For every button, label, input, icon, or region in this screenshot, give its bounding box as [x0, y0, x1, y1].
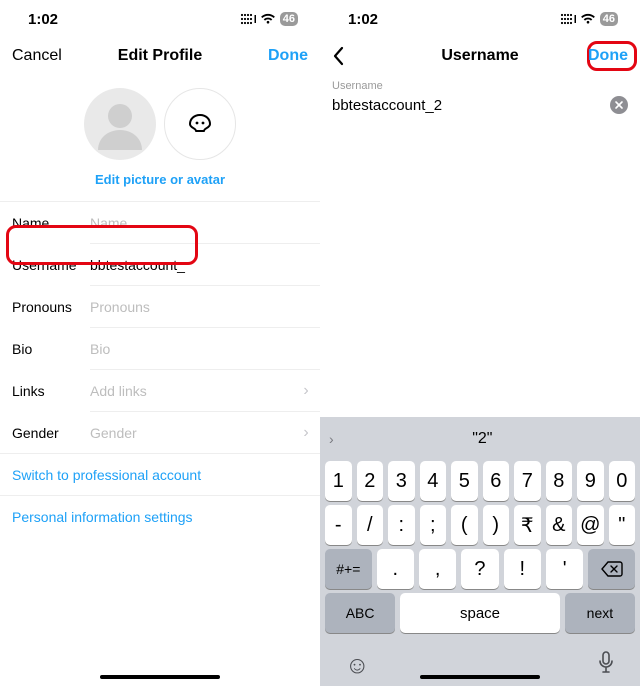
- cellular-icon: [240, 13, 256, 25]
- username-input[interactable]: [332, 97, 602, 114]
- status-icons: 46: [560, 12, 618, 26]
- home-indicator[interactable]: [420, 675, 540, 679]
- wifi-icon: [580, 13, 596, 25]
- wifi-icon: [260, 13, 276, 25]
- key-6[interactable]: 6: [483, 461, 510, 501]
- key-7[interactable]: 7: [514, 461, 541, 501]
- key-'[interactable]: ': [546, 549, 583, 589]
- abc-key[interactable]: ABC: [325, 593, 395, 633]
- chevron-right-icon: ›: [329, 431, 334, 447]
- key-9[interactable]: 9: [577, 461, 604, 501]
- key-4[interactable]: 4: [420, 461, 447, 501]
- chevron-right-icon: ›: [292, 382, 320, 400]
- clear-text-button[interactable]: [610, 96, 628, 114]
- keyboard-row-2: -/:;()₹&@": [325, 505, 635, 545]
- keyboard-bottom-row: ☺: [323, 637, 637, 680]
- key-@[interactable]: @: [577, 505, 604, 545]
- pronouns-row[interactable]: Pronouns Pronouns: [0, 286, 320, 328]
- key--[interactable]: -: [325, 505, 352, 545]
- pronouns-value: Pronouns: [90, 299, 320, 315]
- status-time: 1:02: [28, 11, 58, 28]
- status-bar: 1:02 46: [0, 0, 320, 38]
- keyboard-row-3: #+=.,?!': [325, 549, 635, 589]
- username-row[interactable]: Username bbtestaccount_: [0, 244, 320, 286]
- personal-info-link[interactable]: Personal information settings: [0, 496, 320, 538]
- username-label: Username: [12, 257, 90, 273]
- cellular-icon: [560, 13, 576, 25]
- gender-value: Gender: [90, 425, 292, 441]
- key-8[interactable]: 8: [546, 461, 573, 501]
- done-button[interactable]: Done: [588, 47, 628, 65]
- avatar-row: [0, 88, 320, 160]
- name-row[interactable]: Name Name: [0, 202, 320, 244]
- pronouns-label: Pronouns: [12, 299, 90, 315]
- profile-form: Name Name Username bbtestaccount_ Pronou…: [0, 201, 320, 538]
- switch-professional-link[interactable]: Switch to professional account: [0, 454, 320, 496]
- bio-row[interactable]: Bio Bio: [0, 328, 320, 370]
- username-small-label: Username: [332, 80, 628, 92]
- name-label: Name: [12, 215, 90, 231]
- links-value: Add links: [90, 383, 292, 399]
- key-![interactable]: !: [504, 549, 541, 589]
- key-?[interactable]: ?: [461, 549, 498, 589]
- key-5[interactable]: 5: [451, 461, 478, 501]
- username-field-area: Username: [320, 74, 640, 122]
- delete-key[interactable]: [588, 549, 635, 589]
- status-bar: 1:02 46: [320, 0, 640, 38]
- nav-bar: Username Done: [320, 38, 640, 74]
- key-,[interactable]: ,: [419, 549, 456, 589]
- bio-value: Bio: [90, 341, 320, 357]
- key-0[interactable]: 0: [609, 461, 636, 501]
- bio-label: Bio: [12, 341, 90, 357]
- nav-bar: Cancel Edit Profile Done: [0, 38, 320, 74]
- key-2[interactable]: 2: [357, 461, 384, 501]
- key-₹[interactable]: ₹: [514, 505, 541, 545]
- key-1[interactable]: 1: [325, 461, 352, 501]
- key-)[interactable]: ): [483, 505, 510, 545]
- suggestion-bar[interactable]: › "2": [323, 421, 637, 457]
- next-key[interactable]: next: [565, 593, 635, 633]
- gender-label: Gender: [12, 425, 90, 441]
- home-indicator[interactable]: [100, 675, 220, 679]
- key-&[interactable]: &: [546, 505, 573, 545]
- key-#+=[interactable]: #+=: [325, 549, 372, 589]
- name-value: Name: [90, 215, 320, 231]
- links-label: Links: [12, 383, 90, 399]
- gender-row[interactable]: Gender Gender ›: [0, 412, 320, 454]
- avatar-button[interactable]: [164, 88, 236, 160]
- status-time: 1:02: [348, 11, 378, 28]
- done-button[interactable]: Done: [268, 47, 308, 65]
- edit-picture-link[interactable]: Edit picture or avatar: [0, 166, 320, 201]
- key-;[interactable]: ;: [420, 505, 447, 545]
- back-button[interactable]: [332, 46, 346, 66]
- key-"[interactable]: ": [609, 505, 636, 545]
- username-value: bbtestaccount_: [90, 257, 320, 273]
- status-icons: 46: [240, 12, 298, 26]
- username-edit-screen: 1:02 46 Username Done Username › "2" 123…: [320, 0, 640, 686]
- cancel-button[interactable]: Cancel: [12, 47, 62, 65]
- edit-profile-screen: 1:02 46 Cancel Edit Profile Done Edit pi…: [0, 0, 320, 686]
- emoji-key[interactable]: ☺: [345, 652, 370, 680]
- key-/[interactable]: /: [357, 505, 384, 545]
- key-.[interactable]: .: [377, 549, 414, 589]
- key-:[interactable]: :: [388, 505, 415, 545]
- key-([interactable]: (: [451, 505, 478, 545]
- space-key[interactable]: space: [400, 593, 560, 633]
- keyboard-row-1: 1234567890: [325, 461, 635, 501]
- links-row[interactable]: Links Add links ›: [0, 370, 320, 412]
- suggestion-text[interactable]: "2": [472, 430, 492, 448]
- chevron-right-icon: ›: [292, 424, 320, 442]
- battery-badge: 46: [600, 12, 618, 26]
- mic-key[interactable]: [597, 651, 615, 680]
- battery-badge: 46: [280, 12, 298, 26]
- keyboard: › "2" 1234567890 -/:;()₹&@" #+=.,?!' ABC…: [320, 417, 640, 686]
- keyboard-row-4: ABC space next: [325, 593, 635, 633]
- profile-picture[interactable]: [84, 88, 156, 160]
- key-3[interactable]: 3: [388, 461, 415, 501]
